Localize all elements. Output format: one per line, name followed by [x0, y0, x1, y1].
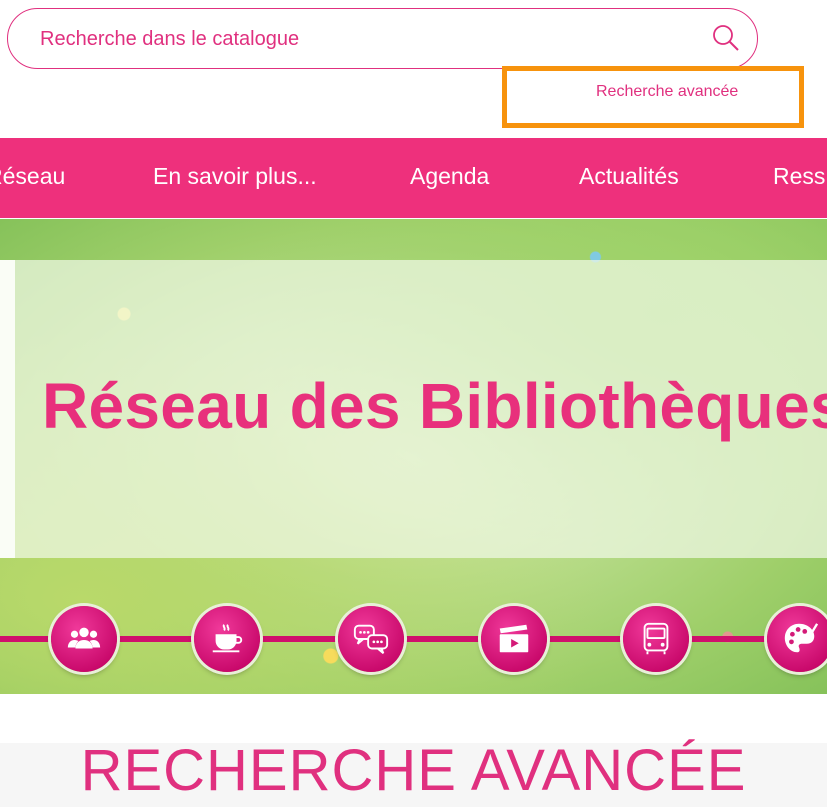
page-title: RECHERCHE AVANCÉE [80, 738, 747, 803]
people-icon[interactable] [51, 606, 117, 672]
banner-title: Réseau des Bibliothèques [42, 370, 827, 442]
nav-item-reseau[interactable]: Réseau [0, 163, 65, 190]
nav-item-en-savoir-plus[interactable]: En savoir plus... [153, 163, 317, 190]
search-icon[interactable] [711, 23, 741, 53]
search-bar[interactable] [7, 8, 758, 69]
main-navigation: Réseau En savoir plus... Agenda Actualit… [0, 138, 827, 218]
advanced-search-link[interactable]: Recherche avancée [596, 83, 776, 101]
nav-item-agenda[interactable]: Agenda [410, 163, 489, 190]
bus-icon[interactable] [623, 606, 689, 672]
nav-item-actualites[interactable]: Actualités [579, 163, 679, 190]
clapperboard-icon[interactable] [481, 606, 547, 672]
chat-bubbles-icon[interactable] [338, 606, 404, 672]
banner-edge [0, 260, 15, 558]
nav-item-ressources[interactable]: Ress [773, 163, 825, 190]
coffee-cup-icon[interactable] [194, 606, 260, 672]
icon-bar-line [0, 636, 827, 642]
palette-icon[interactable] [767, 606, 827, 672]
search-input[interactable] [38, 9, 682, 69]
hero-banner: Réseau des Bibliothèques [0, 219, 827, 694]
